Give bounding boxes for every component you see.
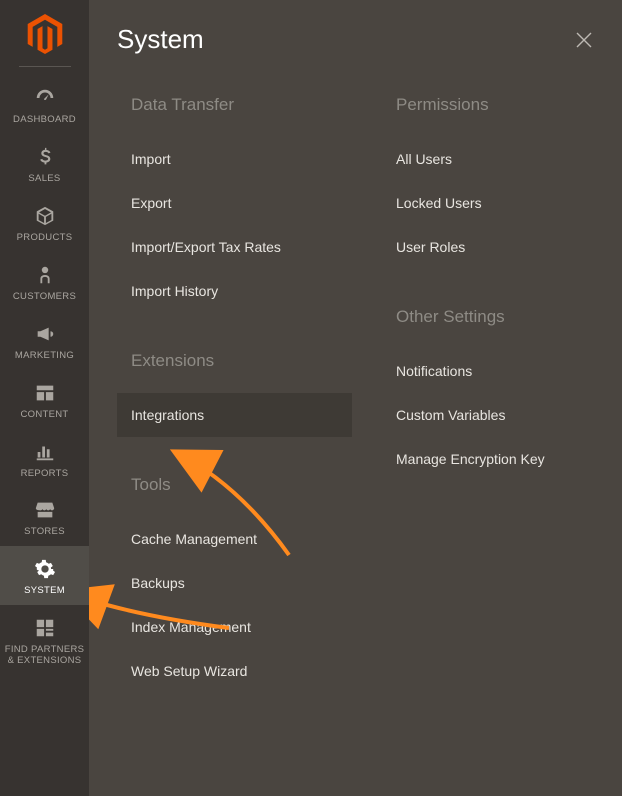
person-icon (34, 262, 56, 288)
menu-item-import-export-tax-rates[interactable]: Import/Export Tax Rates (117, 225, 352, 269)
close-icon (575, 31, 593, 49)
menu-item-custom-variables[interactable]: Custom Variables (382, 393, 594, 437)
panel-column: Permissions All UsersLocked UsersUser Rol… (382, 95, 594, 731)
menu-item-user-roles[interactable]: User Roles (382, 225, 594, 269)
sidebar-item-sales[interactable]: SALES (0, 134, 89, 193)
menu-group-title: Extensions (117, 351, 352, 371)
sidebar-nav: DASHBOARD SALES PRODUCTS CUSTOMERS MARKETING… (0, 75, 89, 675)
menu-item-backups[interactable]: Backups (117, 561, 352, 605)
menu-group-title: Other Settings (382, 307, 594, 327)
menu-item-notifications[interactable]: Notifications (382, 349, 594, 393)
dollar-icon (34, 144, 56, 170)
menu-item-import[interactable]: Import (117, 137, 352, 181)
menu-item-all-users[interactable]: All Users (382, 137, 594, 181)
sidebar-item-stores[interactable]: STORES (0, 487, 89, 546)
menu-item-index-management[interactable]: Index Management (117, 605, 352, 649)
menu-item-export[interactable]: Export (117, 181, 352, 225)
megaphone-icon (34, 321, 56, 347)
sidebar-item-customers[interactable]: CUSTOMERS (0, 252, 89, 311)
sidebar-item-label: MARKETING (15, 351, 74, 362)
sidebar-item-label: PRODUCTS (17, 233, 73, 244)
sidebar-item-system[interactable]: SYSTEM (0, 546, 89, 605)
sidebar-item-find[interactable]: FIND PARTNERS & EXTENSIONS (0, 605, 89, 675)
sidebar-item-label: SYSTEM (24, 586, 65, 597)
menu-item-import-history[interactable]: Import History (117, 269, 352, 313)
sidebar-item-label: CUSTOMERS (13, 292, 76, 303)
menu-group-title: Tools (117, 475, 352, 495)
panel-column: Data Transfer ImportExportImport/Export T… (117, 95, 352, 731)
panel-header: System (89, 0, 622, 65)
storefront-icon (34, 497, 56, 523)
panel-body: Data Transfer ImportExportImport/Export T… (89, 65, 622, 731)
magento-logo[interactable] (25, 14, 65, 54)
menu-group: Extensions Integrations (117, 351, 352, 437)
blocks-icon (34, 615, 56, 641)
menu-group: Data Transfer ImportExportImport/Export T… (117, 95, 352, 313)
menu-item-web-setup-wizard[interactable]: Web Setup Wizard (117, 649, 352, 693)
sidebar-item-reports[interactable]: REPORTS (0, 429, 89, 488)
admin-sidebar: DASHBOARD SALES PRODUCTS CUSTOMERS MARKETING… (0, 0, 89, 796)
sidebar-item-label: SALES (28, 174, 60, 185)
system-panel: System Data Transfer ImportExportImport/E… (89, 0, 622, 796)
menu-item-locked-users[interactable]: Locked Users (382, 181, 594, 225)
sidebar-divider (19, 66, 71, 67)
magento-logo-icon (27, 14, 63, 54)
menu-item-integrations[interactable]: Integrations (117, 393, 352, 437)
menu-group: Permissions All UsersLocked UsersUser Rol… (382, 95, 594, 269)
sidebar-item-label: REPORTS (21, 469, 69, 480)
menu-group: Tools Cache ManagementBackupsIndex Manage… (117, 475, 352, 693)
sidebar-item-label: DASHBOARD (13, 115, 76, 126)
sidebar-item-dashboard[interactable]: DASHBOARD (0, 75, 89, 134)
sidebar-item-label: FIND PARTNERS & EXTENSIONS (4, 645, 85, 667)
sidebar-item-products[interactable]: PRODUCTS (0, 193, 89, 252)
menu-group-title: Permissions (382, 95, 594, 115)
sidebar-item-marketing[interactable]: MARKETING (0, 311, 89, 370)
layout-icon (34, 380, 56, 406)
panel-title: System (117, 24, 204, 55)
menu-group: Other Settings NotificationsCustom Variab… (382, 307, 594, 481)
menu-item-cache-management[interactable]: Cache Management (117, 517, 352, 561)
sidebar-item-label: CONTENT (20, 410, 68, 421)
close-button[interactable] (574, 30, 594, 50)
sidebar-item-label: STORES (24, 527, 65, 538)
box-icon (34, 203, 56, 229)
menu-group-title: Data Transfer (117, 95, 352, 115)
gear-icon (34, 556, 56, 582)
menu-item-manage-encryption-key[interactable]: Manage Encryption Key (382, 437, 594, 481)
dashboard-icon (34, 85, 56, 111)
sidebar-item-content[interactable]: CONTENT (0, 370, 89, 429)
bars-icon (34, 439, 56, 465)
